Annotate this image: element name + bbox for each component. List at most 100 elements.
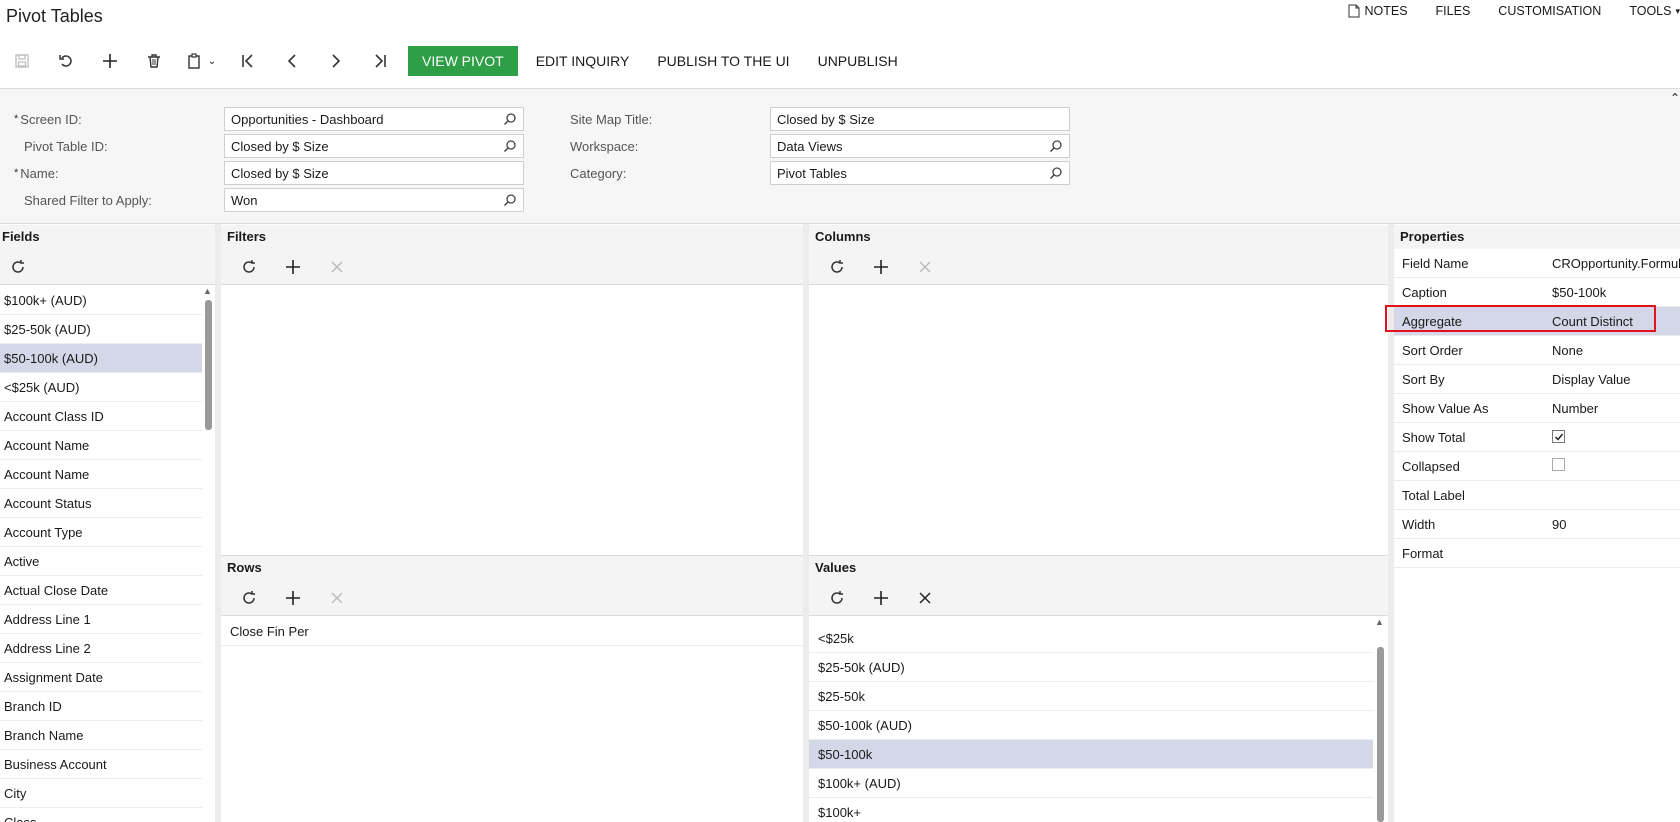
field-list-item[interactable]: Account Name: [0, 431, 202, 460]
property-row[interactable]: Sort By Display Value: [1394, 365, 1680, 394]
add-button[interactable]: [271, 584, 315, 612]
pivot-table-id-label: Pivot Table ID:: [24, 138, 108, 154]
notes-link[interactable]: NOTES: [1348, 4, 1408, 18]
fields-scrollbar[interactable]: ▲: [203, 286, 213, 822]
checkbox-unchecked[interactable]: [1552, 458, 1565, 474]
remove-button[interactable]: [903, 253, 947, 281]
save-button[interactable]: [0, 46, 44, 76]
check-icon[interactable]: [1552, 430, 1565, 443]
add-button[interactable]: [88, 46, 132, 76]
property-row[interactable]: Total Label: [1394, 481, 1680, 510]
property-value[interactable]: CROpportunity.Formul: [1552, 256, 1680, 271]
undo-button[interactable]: [44, 46, 88, 76]
site-map-title-field[interactable]: Closed by $ Size: [770, 107, 1070, 131]
search-icon[interactable]: [503, 139, 517, 153]
field-list-item[interactable]: City: [0, 779, 202, 808]
refresh-button[interactable]: [815, 253, 859, 281]
refresh-button[interactable]: [0, 253, 36, 281]
add-button[interactable]: [859, 584, 903, 612]
field-list-item[interactable]: Actual Close Date: [0, 576, 202, 605]
field-list-item[interactable]: Address Line 1: [0, 605, 202, 634]
scroll-up-icon[interactable]: ▲: [1375, 617, 1384, 627]
unpublish-button[interactable]: UNPUBLISH: [804, 46, 912, 76]
value-field-item[interactable]: $25-50k: [809, 682, 1373, 711]
value-field-item[interactable]: $100k+: [809, 798, 1373, 822]
field-list-item[interactable]: Business Account: [0, 750, 202, 779]
collapse-chevron-icon[interactable]: ⌃: [1670, 91, 1680, 105]
tools-link[interactable]: TOOLS ▾: [1629, 4, 1680, 18]
property-value[interactable]: None: [1552, 343, 1583, 358]
view-pivot-button[interactable]: VIEW PIVOT: [408, 46, 518, 76]
row-field-item[interactable]: Close Fin Per: [221, 617, 803, 646]
property-value[interactable]: 90: [1552, 517, 1566, 532]
field-list-item[interactable]: Class: [0, 808, 202, 822]
name-field[interactable]: Closed by $ Size: [224, 161, 524, 185]
value-field-item[interactable]: <$25k: [809, 624, 1373, 653]
field-list-item[interactable]: $25-50k (AUD): [0, 315, 202, 344]
field-list-item[interactable]: <$25k (AUD): [0, 373, 202, 402]
add-button[interactable]: [271, 253, 315, 281]
field-list-item[interactable]: Account Type: [0, 518, 202, 547]
refresh-button[interactable]: [227, 584, 271, 612]
field-list-item[interactable]: $50-100k (AUD): [0, 344, 202, 373]
field-list-item[interactable]: Address Line 2: [0, 634, 202, 663]
value-field-item[interactable]: $50-100k (AUD): [809, 711, 1373, 740]
previous-record-button[interactable]: [270, 46, 314, 76]
delete-button[interactable]: [132, 46, 176, 76]
pivot-table-id-field[interactable]: Closed by $ Size: [224, 134, 524, 158]
field-list-item[interactable]: Account Status: [0, 489, 202, 518]
screen-id-field[interactable]: Opportunities - Dashboard: [224, 107, 524, 131]
files-link[interactable]: FILES: [1436, 4, 1471, 18]
scroll-thumb[interactable]: [1377, 647, 1384, 822]
property-value[interactable]: Number: [1552, 401, 1598, 416]
field-list-item[interactable]: $100k+ (AUD): [0, 286, 202, 315]
search-icon[interactable]: [1049, 139, 1063, 153]
property-value[interactable]: Display Value: [1552, 372, 1631, 387]
property-row[interactable]: Sort Order None: [1394, 336, 1680, 365]
last-record-button[interactable]: [358, 46, 402, 76]
property-row[interactable]: Caption $50-100k: [1394, 278, 1680, 307]
property-name: Total Label: [1402, 487, 1465, 503]
search-icon[interactable]: [503, 112, 517, 126]
workspace-field[interactable]: Data Views: [770, 134, 1070, 158]
search-icon[interactable]: [503, 193, 517, 207]
checkbox-checked[interactable]: [1552, 430, 1565, 445]
shared-filter-field[interactable]: Won: [224, 188, 524, 212]
next-record-button[interactable]: [314, 46, 358, 76]
add-button[interactable]: [859, 253, 903, 281]
field-list-item[interactable]: Account Name: [0, 460, 202, 489]
copy-paste-button[interactable]: ⌄: [176, 46, 226, 76]
refresh-button[interactable]: [227, 253, 271, 281]
edit-inquiry-button[interactable]: EDIT INQUIRY: [522, 46, 644, 76]
publish-to-ui-button[interactable]: PUBLISH TO THE UI: [643, 46, 803, 76]
scroll-thumb[interactable]: [205, 300, 212, 430]
customisation-link[interactable]: CUSTOMISATION: [1498, 4, 1601, 18]
shared-filter-row: Shared Filter to Apply:: [24, 188, 152, 212]
property-row[interactable]: Collapsed: [1394, 452, 1680, 481]
values-scrollbar[interactable]: ▲: [1375, 617, 1385, 822]
scroll-up-icon[interactable]: ▲: [203, 286, 212, 296]
remove-button[interactable]: [903, 584, 947, 612]
search-icon[interactable]: [1049, 166, 1063, 180]
field-list-item[interactable]: Branch Name: [0, 721, 202, 750]
columns-panel-title: Columns: [809, 225, 1388, 249]
property-row[interactable]: Show Total: [1394, 423, 1680, 452]
property-value[interactable]: $50-100k: [1552, 285, 1606, 300]
value-field-item[interactable]: $50-100k: [809, 740, 1373, 769]
refresh-button[interactable]: [815, 584, 859, 612]
remove-button[interactable]: [315, 584, 359, 612]
field-list-item[interactable]: Account Class ID: [0, 402, 202, 431]
checkbox-icon[interactable]: [1552, 458, 1565, 471]
field-list-item[interactable]: Branch ID: [0, 692, 202, 721]
category-field[interactable]: Pivot Tables: [770, 161, 1070, 185]
remove-button[interactable]: [315, 253, 359, 281]
first-record-button[interactable]: [226, 46, 270, 76]
value-field-item[interactable]: $25-50k (AUD): [809, 653, 1373, 682]
property-row[interactable]: Field Name CROpportunity.Formul: [1394, 249, 1680, 278]
field-list-item[interactable]: Active: [0, 547, 202, 576]
field-list-item[interactable]: Assignment Date: [0, 663, 202, 692]
property-row[interactable]: Width 90: [1394, 510, 1680, 539]
value-field-item[interactable]: $100k+ (AUD): [809, 769, 1373, 798]
property-row[interactable]: Format: [1394, 539, 1680, 568]
property-row[interactable]: Show Value As Number: [1394, 394, 1680, 423]
